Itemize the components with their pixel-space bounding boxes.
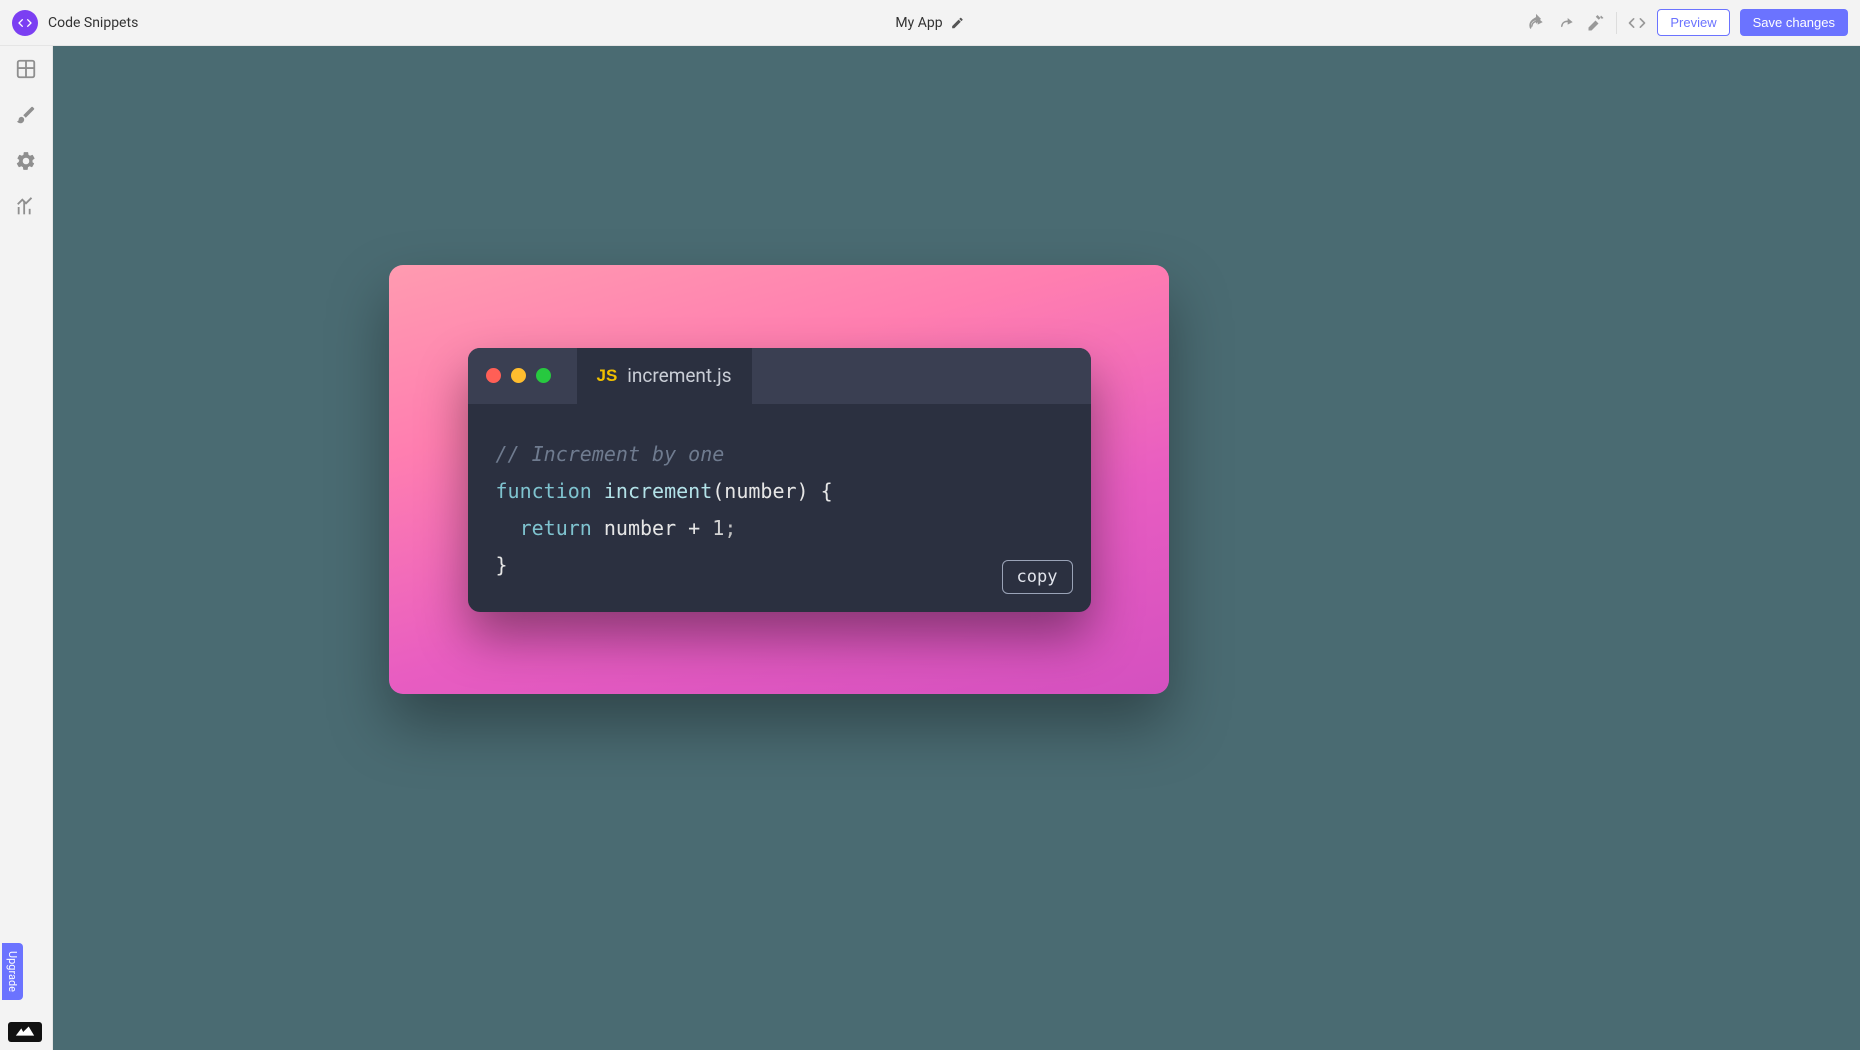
code-comment: // Increment by one	[496, 442, 725, 466]
brush-icon[interactable]	[15, 104, 37, 126]
code-toggle-icon[interactable]	[1627, 13, 1647, 33]
code-body[interactable]: // Increment by one function increment(n…	[468, 404, 1091, 612]
top-toolbar: Code Snippets My App Preview Save change…	[0, 0, 1860, 46]
analytics-icon[interactable]	[15, 196, 37, 218]
project-title[interactable]: My App	[895, 15, 942, 31]
code-window: JS increment.js // Increment by one func…	[468, 348, 1091, 612]
gear-icon[interactable]	[15, 150, 37, 172]
window-traffic-lights	[486, 368, 551, 383]
toolbar-divider	[1616, 12, 1617, 34]
app-name: Code Snippets	[48, 15, 138, 31]
code-func-name: increment	[604, 479, 712, 503]
maximize-dot-icon	[536, 368, 551, 383]
edit-title-icon[interactable]	[951, 16, 965, 30]
code-semicolon: ;	[724, 516, 736, 540]
minimize-dot-icon	[511, 368, 526, 383]
canvas-area[interactable]: JS increment.js // Increment by one func…	[53, 46, 1860, 1050]
copy-button[interactable]: copy	[1002, 560, 1073, 594]
upgrade-button[interactable]: Upgrade	[2, 943, 23, 1000]
main-area: Upgrade JS increment.js	[0, 46, 1860, 1050]
close-dot-icon	[486, 368, 501, 383]
code-number: 1	[712, 516, 724, 540]
snippet-card[interactable]: JS increment.js // Increment by one func…	[389, 265, 1169, 694]
topbar-left: Code Snippets	[12, 10, 138, 36]
redo-icon[interactable]	[1556, 13, 1576, 33]
code-close-brace: }	[496, 553, 508, 577]
code-params: (number) {	[712, 479, 832, 503]
code-window-titlebar: JS increment.js	[468, 348, 1091, 404]
hammer-icon[interactable]	[1586, 13, 1606, 33]
left-sidebar: Upgrade	[0, 46, 53, 1050]
file-tab[interactable]: JS increment.js	[577, 348, 752, 404]
undo-icon[interactable]	[1526, 13, 1546, 33]
layout-grid-icon[interactable]	[15, 58, 37, 80]
project-title-group: My App	[895, 15, 964, 31]
save-changes-button[interactable]: Save changes	[1740, 9, 1848, 36]
topbar-right: Preview Save changes	[1526, 9, 1848, 36]
filename-label: increment.js	[627, 364, 731, 387]
app-logo-icon[interactable]	[12, 10, 38, 36]
js-lang-badge-icon: JS	[597, 366, 618, 386]
corner-badge-icon[interactable]	[8, 1022, 42, 1042]
code-return-expr: number +	[592, 516, 712, 540]
code-keyword-function: function	[496, 479, 592, 503]
preview-button[interactable]: Preview	[1657, 9, 1729, 36]
code-keyword-return: return	[520, 516, 592, 540]
